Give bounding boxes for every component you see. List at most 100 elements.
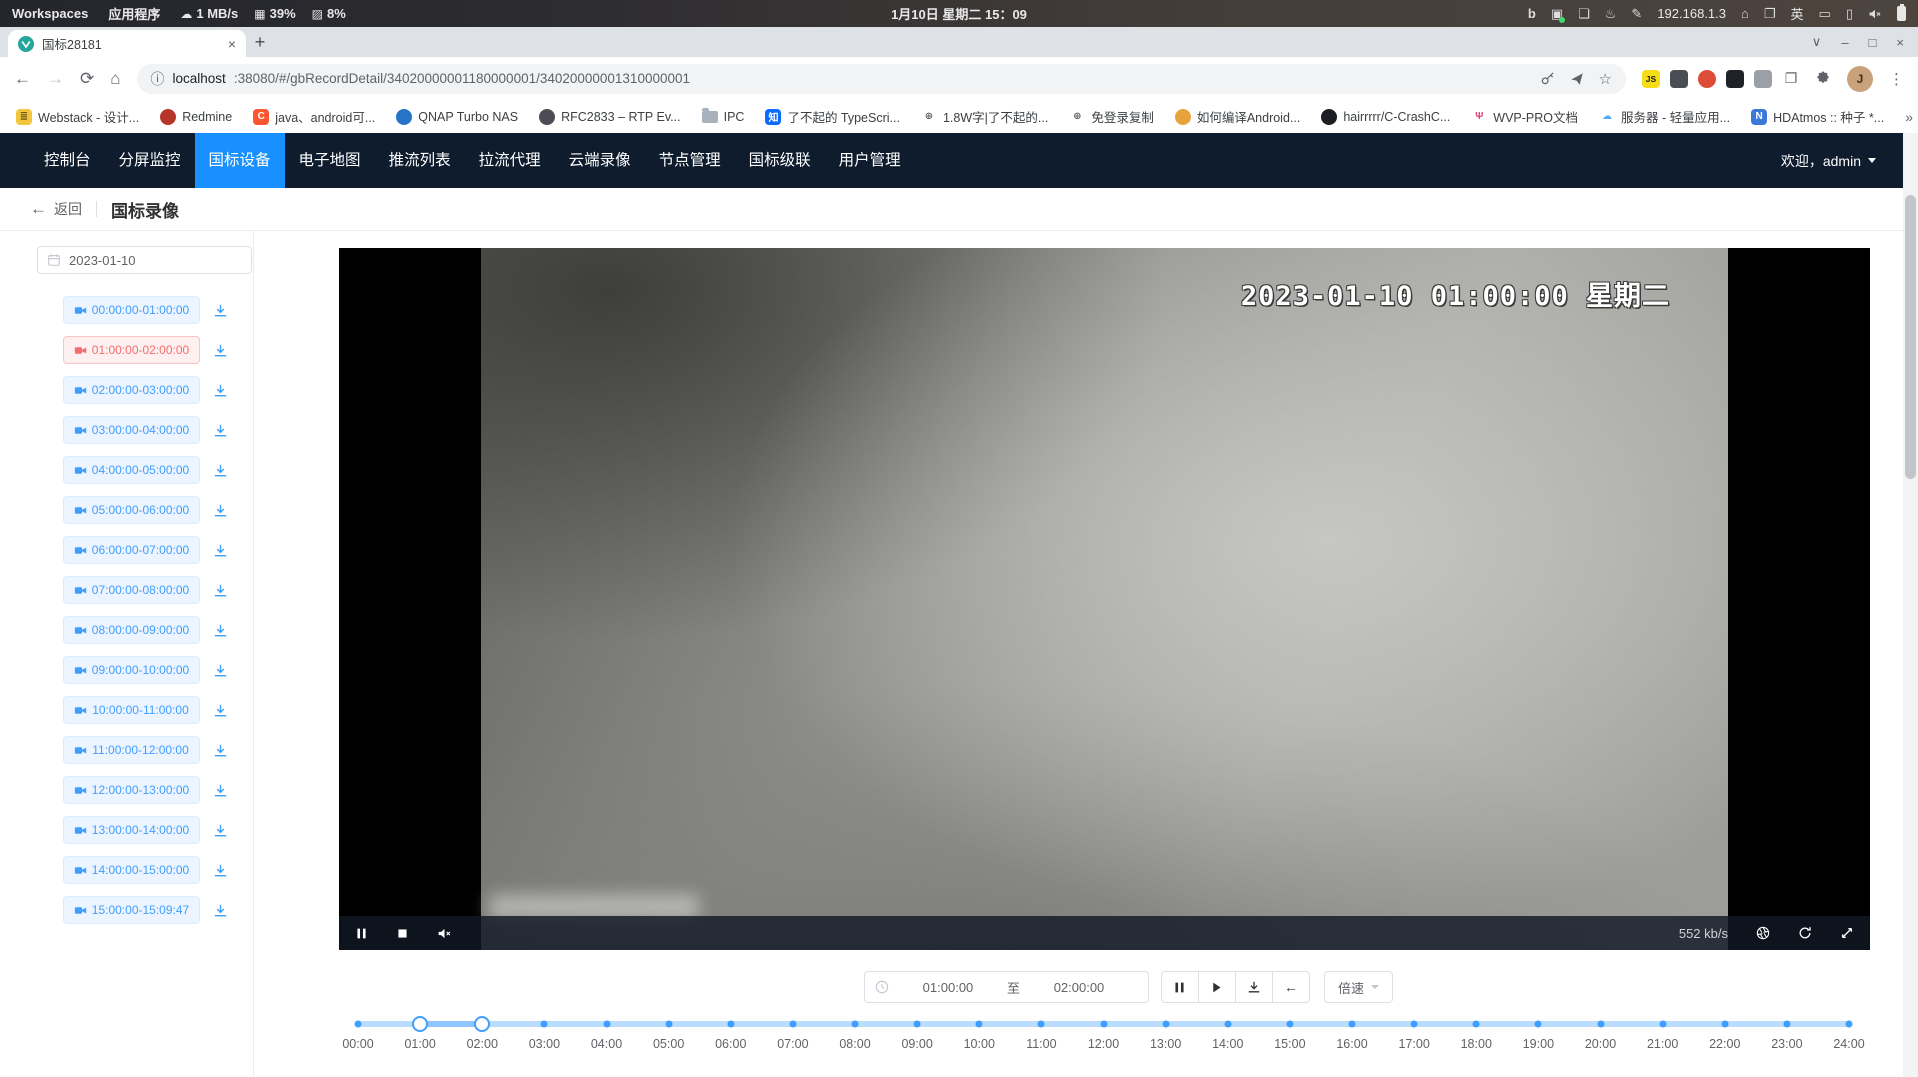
bookmark-item[interactable]: C java、android可... bbox=[253, 107, 375, 126]
back-link[interactable]: 返回 bbox=[54, 199, 82, 219]
nav-item[interactable]: 推流列表 bbox=[375, 133, 465, 188]
extension-icon[interactable] bbox=[1670, 70, 1688, 88]
download-icon[interactable] bbox=[213, 383, 228, 398]
record-segment-button[interactable]: 06:00:00-07:00:00 bbox=[63, 536, 200, 564]
volume-muted-icon[interactable] bbox=[1868, 7, 1882, 21]
video-player[interactable]: 2023-01-10 01:00:00 星期二 552 kb/s bbox=[339, 248, 1870, 950]
download-icon[interactable] bbox=[213, 343, 228, 358]
download-record-button[interactable] bbox=[1235, 971, 1273, 1003]
phone-tray-icon[interactable]: ▭ bbox=[1819, 6, 1831, 22]
scrollbar-thumb[interactable] bbox=[1905, 195, 1916, 479]
timeline-handle[interactable] bbox=[474, 1016, 490, 1032]
download-icon[interactable] bbox=[213, 303, 228, 318]
range-start-input[interactable]: 01:00:00 bbox=[889, 980, 1007, 995]
bookmark-item[interactable]: ☁ 服务器 - 轻量应用... bbox=[1599, 107, 1730, 126]
browser-home-button[interactable]: ⌂ bbox=[110, 69, 120, 89]
download-icon[interactable] bbox=[213, 583, 228, 598]
record-segment-button[interactable]: 07:00:00-08:00:00 bbox=[63, 576, 200, 604]
record-segment-button[interactable]: 10:00:00-11:00:00 bbox=[63, 696, 200, 724]
date-picker-input[interactable]: 2023-01-10 bbox=[37, 246, 252, 274]
speed-dropdown[interactable]: 倍速 bbox=[1324, 971, 1393, 1003]
bookmark-item[interactable]: hairrrrr/C-CrashC... bbox=[1321, 109, 1450, 125]
extension-icon[interactable] bbox=[1698, 70, 1716, 88]
clock[interactable]: 1月10日 星期二 15：09 bbox=[891, 4, 1027, 23]
tab-close-icon[interactable]: × bbox=[228, 37, 236, 51]
download-icon[interactable] bbox=[213, 903, 228, 918]
bookmark-item[interactable]: Redmine bbox=[160, 109, 232, 125]
download-icon[interactable] bbox=[213, 663, 228, 678]
record-segment-button[interactable]: 01:00:00-02:00:00 bbox=[63, 336, 200, 364]
ip-address[interactable]: 192.168.1.3 bbox=[1657, 6, 1726, 21]
address-bar[interactable]: ⓘ localhost:38080/#/gbRecordDetail/34020… bbox=[137, 64, 1626, 94]
bookmark-item[interactable]: QNAP Turbo NAS bbox=[396, 109, 518, 125]
download-icon[interactable] bbox=[213, 423, 228, 438]
battery-icon[interactable] bbox=[1897, 6, 1906, 21]
extension-icon[interactable] bbox=[1754, 70, 1772, 88]
site-info-icon[interactable]: ⓘ bbox=[151, 69, 165, 89]
bookmark-item[interactable]: ⊕ 1.8W字|了不起的... bbox=[921, 107, 1048, 126]
bookmarks-overflow-icon[interactable]: » bbox=[1905, 109, 1913, 125]
range-end-input[interactable]: 02:00:00 bbox=[1020, 980, 1138, 995]
record-segment-button[interactable]: 12:00:00-13:00:00 bbox=[63, 776, 200, 804]
browser-menu-icon[interactable]: ⋮ bbox=[1889, 70, 1904, 88]
nav-item[interactable]: 控制台 bbox=[30, 133, 105, 188]
record-segment-button[interactable]: 02:00:00-03:00:00 bbox=[63, 376, 200, 404]
timeline-track[interactable] bbox=[358, 1021, 1849, 1027]
color-picker-icon[interactable]: ✎ bbox=[1631, 6, 1642, 22]
step-back-button[interactable]: ← bbox=[1272, 971, 1310, 1003]
nav-item[interactable]: 拉流代理 bbox=[465, 133, 555, 188]
snapshot-shutter-icon[interactable] bbox=[1756, 926, 1770, 940]
forward-button[interactable]: → bbox=[47, 69, 64, 89]
windows-tray-icon[interactable]: ❐ bbox=[1764, 6, 1776, 22]
download-icon[interactable] bbox=[213, 863, 228, 878]
time-range-picker[interactable]: 01:00:00 至 02:00:00 bbox=[864, 971, 1149, 1003]
profile-avatar[interactable]: J bbox=[1847, 66, 1873, 92]
user-menu[interactable]: 欢迎，admin bbox=[1781, 151, 1876, 171]
nav-item[interactable]: 国标设备 bbox=[195, 133, 285, 188]
download-icon[interactable] bbox=[213, 503, 228, 518]
extension-icon[interactable] bbox=[1726, 70, 1744, 88]
tab-search-button[interactable]: ∨ bbox=[1812, 34, 1822, 50]
nav-item[interactable]: 国标级联 bbox=[735, 133, 825, 188]
record-segment-button[interactable]: 14:00:00-15:00:00 bbox=[63, 856, 200, 884]
extension-icon[interactable]: ❐ bbox=[1782, 70, 1800, 88]
download-icon[interactable] bbox=[213, 543, 228, 558]
record-segment-button[interactable]: 00:00:00-01:00:00 bbox=[63, 296, 200, 324]
pause-button[interactable] bbox=[1161, 971, 1199, 1003]
bookmark-item[interactable]: ⊕ 免登录复制 bbox=[1069, 107, 1154, 126]
bookmark-star-icon[interactable]: ☆ bbox=[1599, 70, 1612, 88]
applications-button[interactable]: 应用程序 bbox=[108, 4, 160, 23]
input-method-indicator[interactable]: 英 bbox=[1791, 4, 1804, 23]
close-window-button[interactable]: × bbox=[1896, 35, 1904, 50]
record-segment-button[interactable]: 15:00:00-15:09:47 bbox=[63, 896, 200, 924]
new-tab-button[interactable]: + bbox=[246, 29, 274, 55]
download-icon[interactable] bbox=[213, 623, 228, 638]
password-key-icon[interactable] bbox=[1540, 71, 1555, 86]
download-icon[interactable] bbox=[213, 743, 228, 758]
display-tray-icon[interactable]: ▯ bbox=[1846, 6, 1853, 22]
back-arrow-icon[interactable]: ← bbox=[30, 199, 47, 219]
record-segment-button[interactable]: 09:00:00-10:00:00 bbox=[63, 656, 200, 684]
back-button[interactable]: ← bbox=[14, 69, 31, 89]
nav-item[interactable]: 云端录像 bbox=[555, 133, 645, 188]
player-mute-icon[interactable] bbox=[437, 926, 452, 941]
share-icon[interactable] bbox=[1570, 72, 1584, 86]
download-icon[interactable] bbox=[213, 463, 228, 478]
app-indicator-icon[interactable]: ▣ bbox=[1551, 6, 1563, 22]
record-segment-button[interactable]: 03:00:00-04:00:00 bbox=[63, 416, 200, 444]
nav-item[interactable]: 节点管理 bbox=[645, 133, 735, 188]
minimize-button[interactable]: – bbox=[1841, 35, 1848, 50]
caffeine-icon[interactable]: ♨ bbox=[1605, 6, 1617, 22]
player-stop-icon[interactable] bbox=[396, 927, 409, 940]
player-pause-icon[interactable] bbox=[355, 927, 368, 940]
home-tray-icon[interactable]: ⌂ bbox=[1741, 6, 1749, 21]
refresh-icon[interactable] bbox=[1798, 926, 1812, 940]
record-segment-button[interactable]: 13:00:00-14:00:00 bbox=[63, 816, 200, 844]
record-segment-button[interactable]: 04:00:00-05:00:00 bbox=[63, 456, 200, 484]
bing-tray-icon[interactable]: b bbox=[1528, 6, 1536, 21]
bookmark-item[interactable]: Ψ WVP-PRO文档 bbox=[1471, 107, 1578, 126]
nav-item[interactable]: 用户管理 bbox=[825, 133, 915, 188]
download-icon[interactable] bbox=[213, 823, 228, 838]
puzzle-extensions-icon[interactable] bbox=[1816, 71, 1831, 86]
timeline-handle[interactable] bbox=[412, 1016, 428, 1032]
